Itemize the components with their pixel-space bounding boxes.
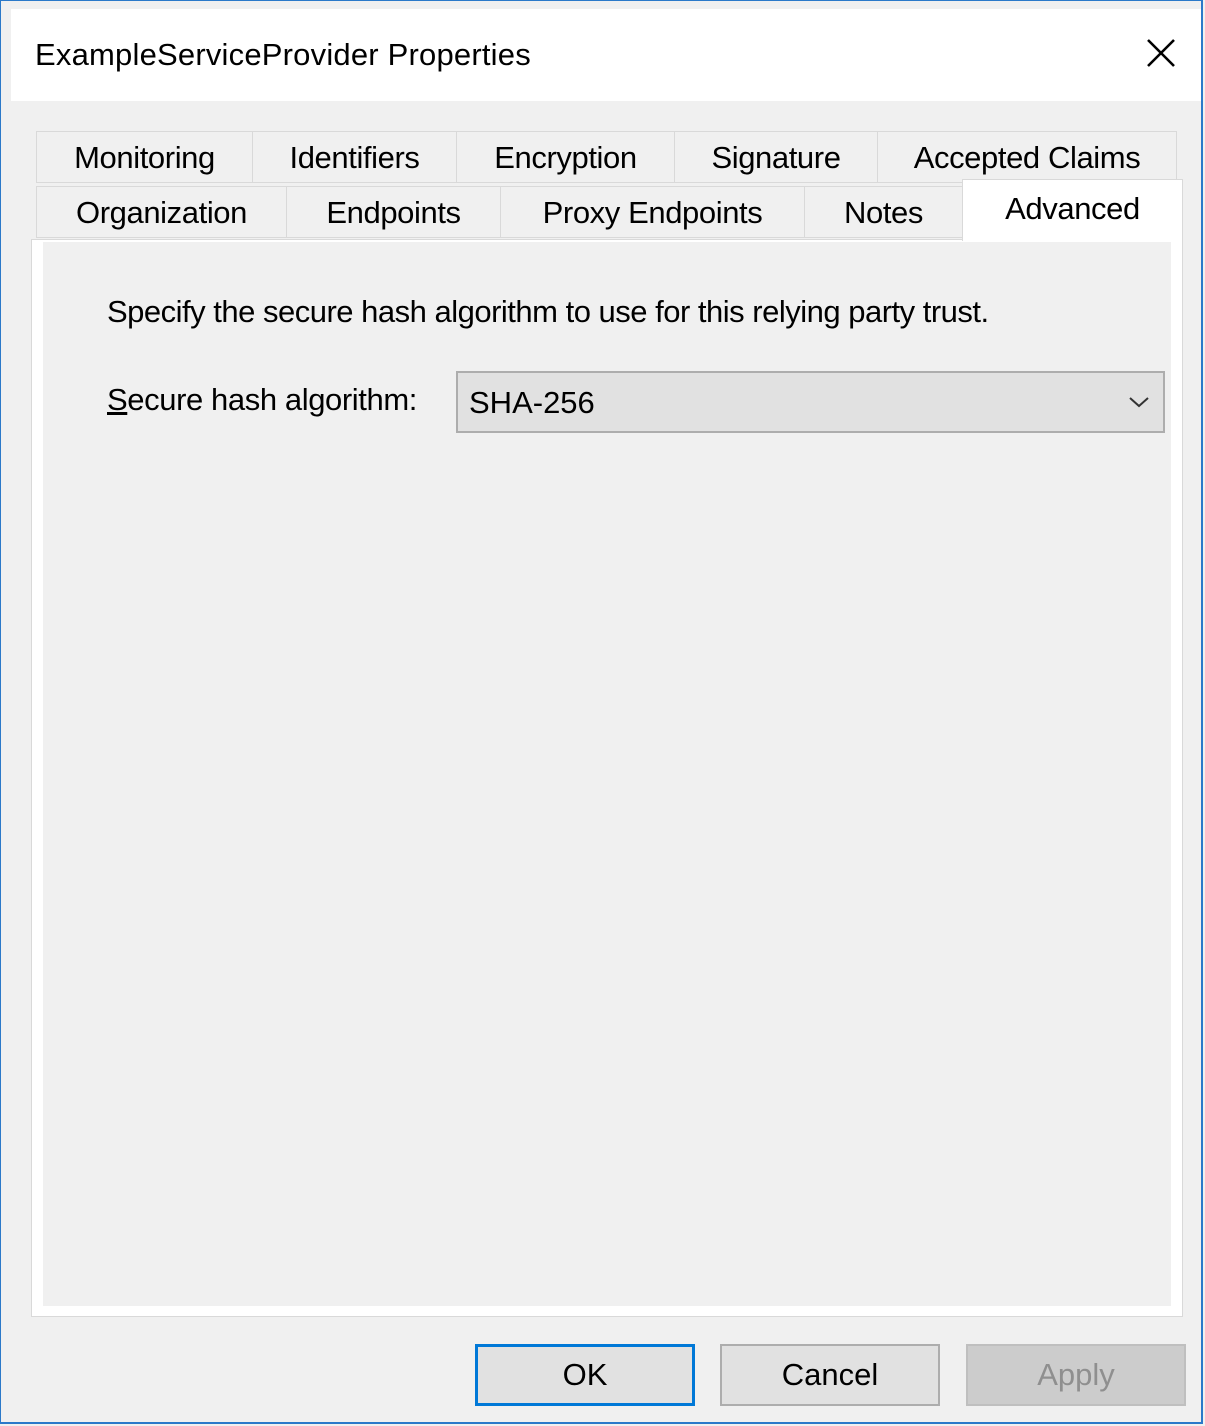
tab-organization[interactable]: Organization [36,186,287,238]
tab-endpoints[interactable]: Endpoints [286,186,501,238]
hash-algorithm-value: SHA-256 [469,385,595,420]
hash-algorithm-label: Secure hash algorithm: [107,382,417,418]
hash-algorithm-select[interactable]: SHA-256 [456,371,1165,433]
apply-button[interactable]: Apply [966,1344,1186,1406]
description-text: Specify the secure hash algorithm to use… [107,294,989,329]
hash-label-accelerator: S [107,382,128,417]
tab-advanced[interactable]: Advanced [962,179,1183,241]
advanced-tab-panel: Specify the secure hash algorithm to use… [31,239,1183,1317]
cancel-button[interactable]: Cancel [720,1344,940,1406]
tab-encryption[interactable]: Encryption [456,131,675,183]
ok-button[interactable]: OK [475,1344,695,1406]
tab-notes[interactable]: Notes [804,186,963,238]
tab-accepted-claims[interactable]: Accepted Claims [877,131,1177,183]
properties-dialog: ExampleServiceProvider Properties Monito… [0,0,1203,1424]
panel-content: Specify the secure hash algorithm to use… [43,242,1171,1306]
chevron-down-icon [1127,393,1151,416]
close-icon [1147,39,1175,67]
window-title: ExampleServiceProvider Properties [35,37,531,72]
title-bar: ExampleServiceProvider Properties [11,9,1201,101]
tab-monitoring[interactable]: Monitoring [36,131,253,183]
tab-signature[interactable]: Signature [674,131,878,183]
close-button[interactable] [1139,31,1183,75]
tab-proxy-endpoints[interactable]: Proxy Endpoints [500,186,805,238]
tab-identifiers[interactable]: Identifiers [252,131,457,183]
hash-label-text: ecure hash algorithm: [127,382,417,417]
